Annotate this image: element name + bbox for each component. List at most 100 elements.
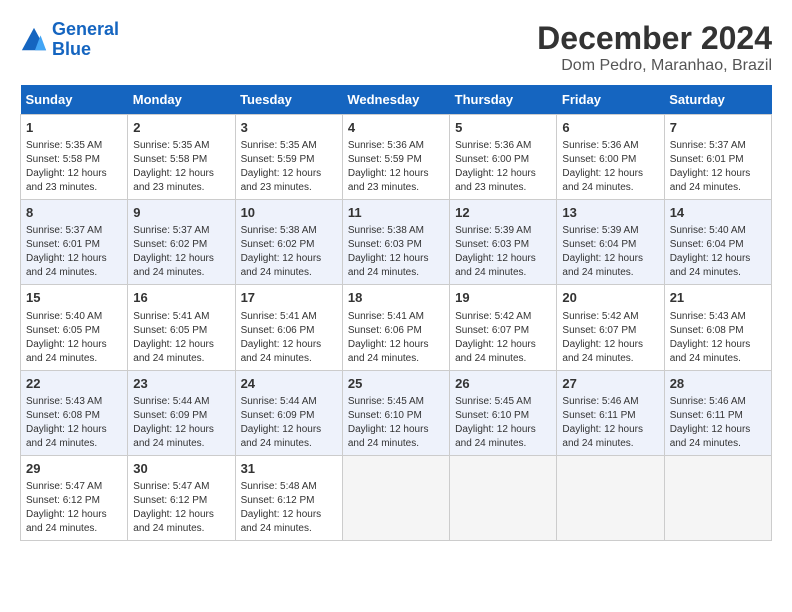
week-row-5: 29 Sunrise: 5:47 AM Sunset: 6:12 PM Dayli…	[21, 455, 772, 540]
calendar-cell: 3 Sunrise: 5:35 AM Sunset: 5:59 PM Daylig…	[235, 115, 342, 200]
day-detail: Sunrise: 5:36 AM Sunset: 6:00 PM Dayligh…	[562, 139, 658, 195]
day-number: 20	[562, 289, 658, 307]
calendar-cell: 12Sunrise: 5:39 AM Sunset: 6:03 PM Dayli…	[450, 200, 557, 285]
calendar-cell: 11 Sunrise: 5:38 AM Sunset: 6:03 PM Dayli…	[342, 200, 449, 285]
logo-line1: General	[52, 19, 119, 39]
calendar-cell	[557, 455, 664, 540]
main-title: December 2024	[537, 20, 772, 57]
day-detail: Sunrise: 5:36 AM Sunset: 6:00 PM Dayligh…	[455, 139, 551, 195]
calendar-cell: 28Sunrise: 5:46 AM Sunset: 6:11 PM Dayli…	[664, 370, 771, 455]
calendar-cell: 30Sunrise: 5:47 AM Sunset: 6:12 PM Dayli…	[128, 455, 235, 540]
logo-icon	[20, 26, 48, 54]
week-row-2: 8 Sunrise: 5:37 AM Sunset: 6:01 PM Daylig…	[21, 200, 772, 285]
day-number: 10	[241, 204, 337, 222]
calendar-cell: 18Sunrise: 5:41 AM Sunset: 6:06 PM Dayli…	[342, 285, 449, 370]
day-detail: Sunrise: 5:37 AM Sunset: 6:02 PM Dayligh…	[133, 224, 229, 280]
logo: General Blue	[20, 20, 119, 60]
day-detail: Sunrise: 5:42 AM Sunset: 6:07 PM Dayligh…	[562, 310, 658, 366]
day-detail: Sunrise: 5:46 AM Sunset: 6:11 PM Dayligh…	[562, 395, 658, 451]
calendar-cell: 23Sunrise: 5:44 AM Sunset: 6:09 PM Dayli…	[128, 370, 235, 455]
day-number: 29	[26, 460, 122, 478]
calendar-cell: 4 Sunrise: 5:36 AM Sunset: 5:59 PM Daylig…	[342, 115, 449, 200]
day-number: 13	[562, 204, 658, 222]
day-number: 26	[455, 375, 551, 393]
day-detail: Sunrise: 5:38 AM Sunset: 6:02 PM Dayligh…	[241, 224, 337, 280]
day-detail: Sunrise: 5:43 AM Sunset: 6:08 PM Dayligh…	[26, 395, 122, 451]
day-number: 15	[26, 289, 122, 307]
day-detail: Sunrise: 5:48 AM Sunset: 6:12 PM Dayligh…	[241, 480, 337, 536]
calendar-cell: 6 Sunrise: 5:36 AM Sunset: 6:00 PM Daylig…	[557, 115, 664, 200]
calendar-cell: 9 Sunrise: 5:37 AM Sunset: 6:02 PM Daylig…	[128, 200, 235, 285]
day-detail: Sunrise: 5:43 AM Sunset: 6:08 PM Dayligh…	[670, 310, 766, 366]
calendar-cell: 26Sunrise: 5:45 AM Sunset: 6:10 PM Dayli…	[450, 370, 557, 455]
col-thursday: Thursday	[450, 85, 557, 115]
calendar-cell: 29Sunrise: 5:47 AM Sunset: 6:12 PM Dayli…	[21, 455, 128, 540]
col-wednesday: Wednesday	[342, 85, 449, 115]
calendar-cell: 21 Sunrise: 5:43 AM Sunset: 6:08 PM Dayli…	[664, 285, 771, 370]
col-friday: Friday	[557, 85, 664, 115]
day-detail: Sunrise: 5:35 AM Sunset: 5:58 PM Dayligh…	[133, 139, 229, 195]
calendar-table: Sunday Monday Tuesday Wednesday Thursday…	[20, 85, 772, 541]
day-detail: Sunrise: 5:47 AM Sunset: 6:12 PM Dayligh…	[133, 480, 229, 536]
logo-line2: Blue	[52, 39, 91, 59]
calendar-cell: 1 Sunrise: 5:35 AM Sunset: 5:58 PM Daylig…	[21, 115, 128, 200]
calendar-cell: 31 Sunrise: 5:48 AM Sunset: 6:12 PM Dayli…	[235, 455, 342, 540]
day-detail: Sunrise: 5:39 AM Sunset: 6:04 PM Dayligh…	[562, 224, 658, 280]
day-number: 1	[26, 119, 122, 137]
calendar-cell: 16Sunrise: 5:41 AM Sunset: 6:05 PM Dayli…	[128, 285, 235, 370]
title-block: December 2024 Dom Pedro, Maranhao, Brazi…	[537, 20, 772, 75]
calendar-cell: 5 Sunrise: 5:36 AM Sunset: 6:00 PM Daylig…	[450, 115, 557, 200]
header-row: Sunday Monday Tuesday Wednesday Thursday…	[21, 85, 772, 115]
day-number: 14	[670, 204, 766, 222]
day-detail: Sunrise: 5:46 AM Sunset: 6:11 PM Dayligh…	[670, 395, 766, 451]
calendar-cell: 10 Sunrise: 5:38 AM Sunset: 6:02 PM Dayli…	[235, 200, 342, 285]
day-number: 6	[562, 119, 658, 137]
day-number: 21	[670, 289, 766, 307]
day-number: 22	[26, 375, 122, 393]
calendar-cell: 15 Sunrise: 5:40 AM Sunset: 6:05 PM Dayli…	[21, 285, 128, 370]
day-number: 7	[670, 119, 766, 137]
col-saturday: Saturday	[664, 85, 771, 115]
calendar-cell	[450, 455, 557, 540]
col-sunday: Sunday	[21, 85, 128, 115]
day-number: 27	[562, 375, 658, 393]
day-detail: Sunrise: 5:40 AM Sunset: 6:05 PM Dayligh…	[26, 310, 122, 366]
day-number: 25	[348, 375, 444, 393]
week-row-3: 15 Sunrise: 5:40 AM Sunset: 6:05 PM Dayli…	[21, 285, 772, 370]
day-number: 5	[455, 119, 551, 137]
calendar-cell: 22 Sunrise: 5:43 AM Sunset: 6:08 PM Dayli…	[21, 370, 128, 455]
calendar-cell: 7 Sunrise: 5:37 AM Sunset: 6:01 PM Daylig…	[664, 115, 771, 200]
day-number: 31	[241, 460, 337, 478]
day-number: 9	[133, 204, 229, 222]
header: General Blue December 2024 Dom Pedro, Ma…	[20, 20, 772, 75]
day-detail: Sunrise: 5:36 AM Sunset: 5:59 PM Dayligh…	[348, 139, 444, 195]
calendar-cell	[664, 455, 771, 540]
day-detail: Sunrise: 5:38 AM Sunset: 6:03 PM Dayligh…	[348, 224, 444, 280]
day-detail: Sunrise: 5:45 AM Sunset: 6:10 PM Dayligh…	[348, 395, 444, 451]
day-number: 4	[348, 119, 444, 137]
day-detail: Sunrise: 5:37 AM Sunset: 6:01 PM Dayligh…	[26, 224, 122, 280]
calendar-cell: 19 Sunrise: 5:42 AM Sunset: 6:07 PM Dayli…	[450, 285, 557, 370]
day-detail: Sunrise: 5:44 AM Sunset: 6:09 PM Dayligh…	[241, 395, 337, 451]
day-number: 16	[133, 289, 229, 307]
day-number: 8	[26, 204, 122, 222]
day-detail: Sunrise: 5:39 AM Sunset: 6:03 PM Dayligh…	[455, 224, 551, 280]
day-detail: Sunrise: 5:44 AM Sunset: 6:09 PM Dayligh…	[133, 395, 229, 451]
calendar-cell	[342, 455, 449, 540]
day-number: 3	[241, 119, 337, 137]
calendar-cell: 20 Sunrise: 5:42 AM Sunset: 6:07 PM Dayli…	[557, 285, 664, 370]
day-detail: Sunrise: 5:35 AM Sunset: 5:59 PM Dayligh…	[241, 139, 337, 195]
day-number: 19	[455, 289, 551, 307]
calendar-cell: 25 Sunrise: 5:45 AM Sunset: 6:10 PM Dayli…	[342, 370, 449, 455]
day-number: 18	[348, 289, 444, 307]
calendar-cell: 17Sunrise: 5:41 AM Sunset: 6:06 PM Dayli…	[235, 285, 342, 370]
calendar-cell: 14Sunrise: 5:40 AM Sunset: 6:04 PM Dayli…	[664, 200, 771, 285]
day-number: 2	[133, 119, 229, 137]
calendar-cell: 27 Sunrise: 5:46 AM Sunset: 6:11 PM Dayli…	[557, 370, 664, 455]
day-detail: Sunrise: 5:42 AM Sunset: 6:07 PM Dayligh…	[455, 310, 551, 366]
day-number: 11	[348, 204, 444, 222]
day-detail: Sunrise: 5:35 AM Sunset: 5:58 PM Dayligh…	[26, 139, 122, 195]
day-detail: Sunrise: 5:37 AM Sunset: 6:01 PM Dayligh…	[670, 139, 766, 195]
week-row-1: 1 Sunrise: 5:35 AM Sunset: 5:58 PM Daylig…	[21, 115, 772, 200]
calendar-cell: 2 Sunrise: 5:35 AM Sunset: 5:58 PM Daylig…	[128, 115, 235, 200]
